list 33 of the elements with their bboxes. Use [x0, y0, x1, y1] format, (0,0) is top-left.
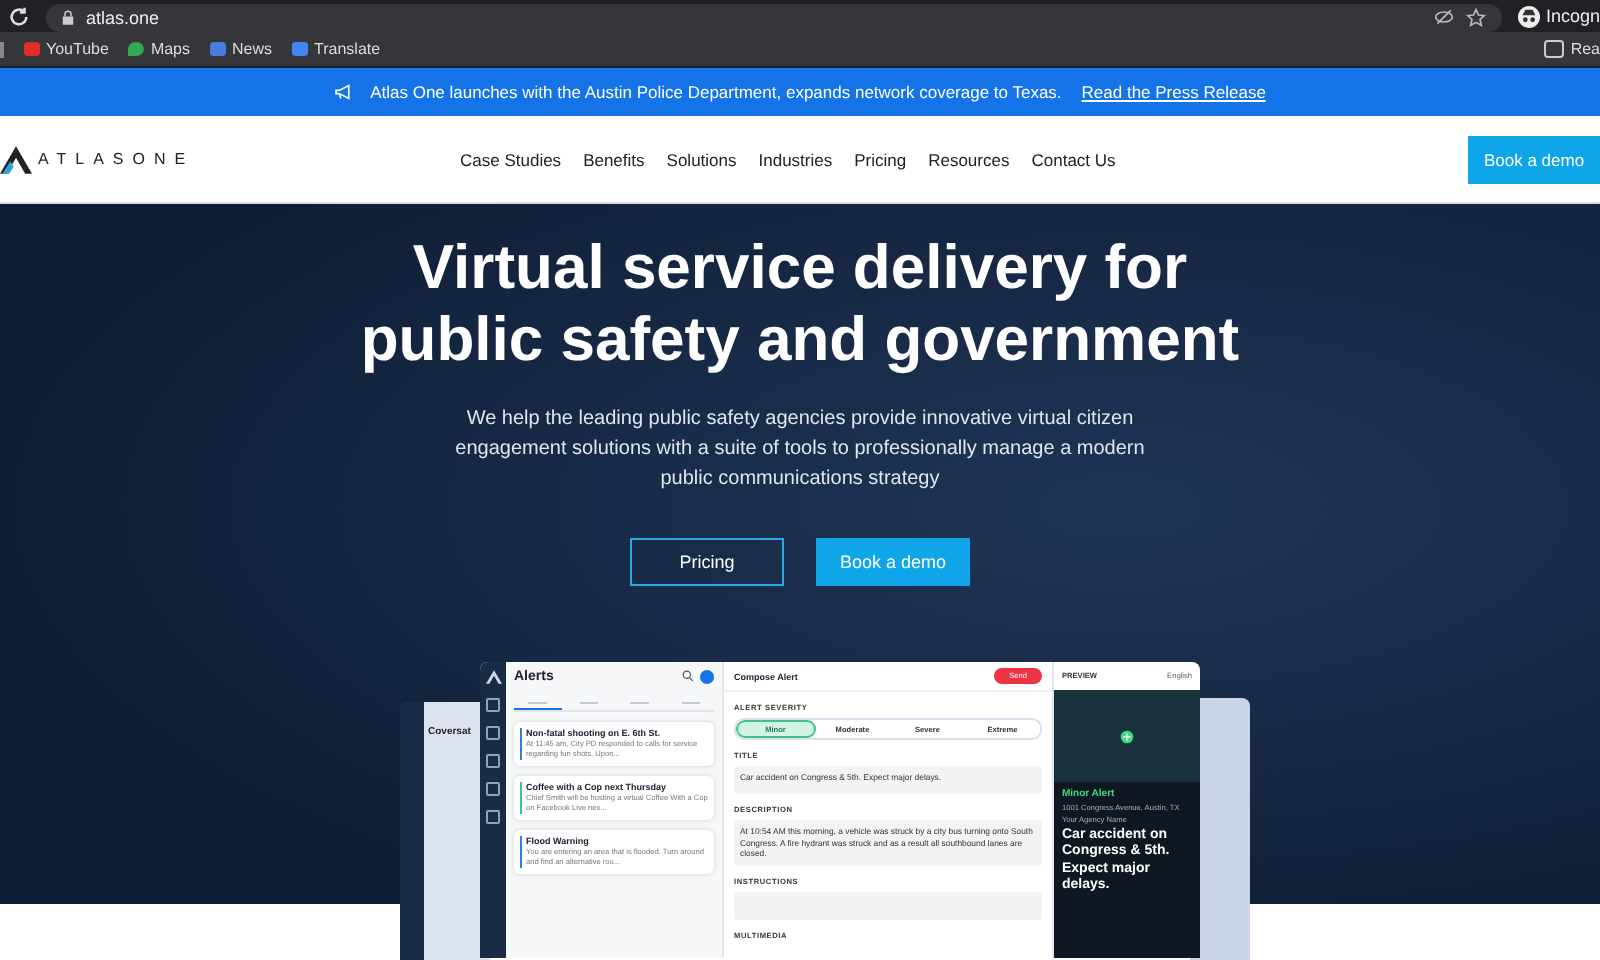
- pricing-button[interactable]: Pricing: [630, 538, 784, 586]
- nav-link[interactable]: Pricing: [854, 149, 907, 169]
- logo-mark-icon: [485, 670, 501, 684]
- incognito-icon: [1517, 5, 1540, 27]
- press-release-link[interactable]: Read the Press Release: [1081, 82, 1266, 102]
- url-text: atlas.one: [86, 7, 160, 27]
- star-icon[interactable]: [1465, 7, 1486, 27]
- hero-title: Virtual service delivery for public safety and government: [360, 232, 1240, 376]
- nav-link[interactable]: Resources: [928, 149, 1010, 169]
- bookmark-link[interactable]: YouTube: [24, 40, 109, 58]
- nav-link[interactable]: Case Studies: [460, 149, 562, 169]
- hero-subtitle: We help the leading public safety agencies provide innovative virtual citizen engagement solutions with a suite of tools to professionally manage a modern public communications strategy: [453, 406, 1147, 494]
- map-pin-icon: [1120, 729, 1134, 743]
- bookmark-edge: [0, 41, 4, 57]
- eye-slash-icon[interactable]: [1433, 8, 1454, 26]
- profile-chip[interactable]: Incogn: [1517, 5, 1600, 27]
- search-icon[interactable]: [682, 670, 694, 682]
- logo-mark-icon: [0, 145, 32, 173]
- nav-link[interactable]: Contact Us: [1031, 149, 1116, 169]
- lock-icon: [62, 9, 74, 25]
- bookmark-link[interactable]: Maps: [128, 40, 190, 58]
- nav-link[interactable]: Solutions: [666, 149, 737, 169]
- logo-wordmark[interactable]: ATLASONE: [38, 150, 195, 168]
- announcement-text: Atlas One launches with the Austin Police Department, expands network coverage to Texas.: [370, 82, 1062, 102]
- nav-link[interactable]: Industries: [758, 149, 833, 169]
- reading-list-button[interactable]: Rea: [1544, 40, 1600, 58]
- bookmark-link[interactable]: News: [210, 40, 273, 58]
- bookmark-link[interactable]: Translate: [292, 40, 381, 58]
- reload-icon[interactable]: [8, 5, 30, 27]
- nav-link[interactable]: Benefits: [583, 149, 645, 169]
- megaphone-icon: [334, 84, 355, 100]
- add-button[interactable]: [700, 669, 714, 683]
- address-bar[interactable]: atlas.one: [46, 3, 1502, 31]
